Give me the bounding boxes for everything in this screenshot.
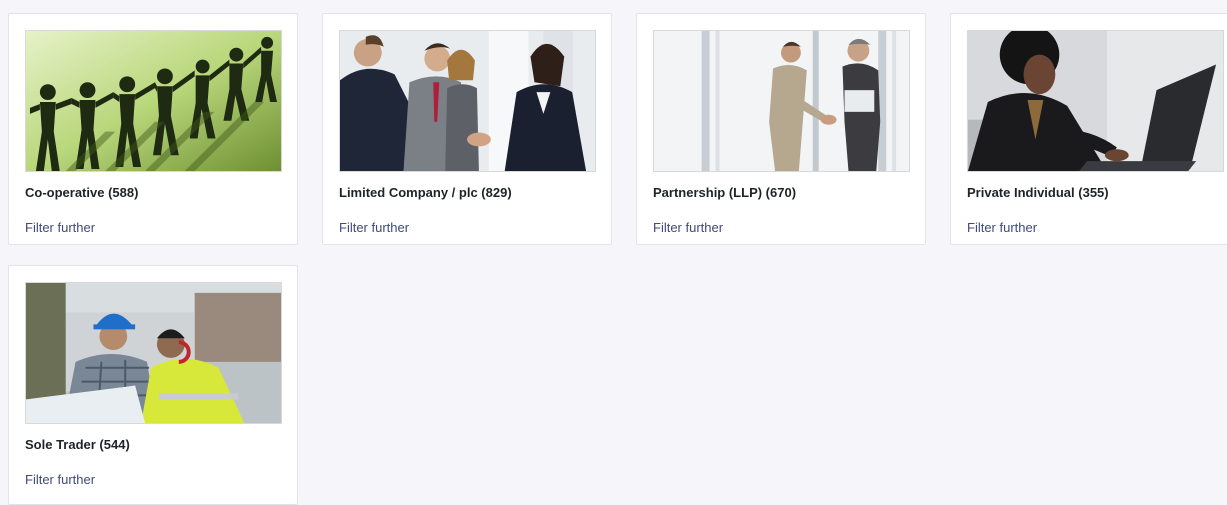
category-card-sole-trader[interactable]: Sole Trader (544) Filter further bbox=[8, 265, 298, 505]
filter-further-link[interactable]: Filter further bbox=[653, 220, 723, 235]
construction-workers-image bbox=[25, 282, 282, 424]
category-card-limited-company[interactable]: Limited Company / plc (829) Filter furth… bbox=[322, 13, 612, 245]
card-title: Private Individual (355) bbox=[967, 185, 1109, 200]
filter-further-link[interactable]: Filter further bbox=[967, 220, 1037, 235]
filter-further-link[interactable]: Filter further bbox=[339, 220, 409, 235]
card-title: Co-operative (588) bbox=[25, 185, 139, 200]
category-card-co-operative[interactable]: Co-operative (588) Filter further bbox=[8, 13, 298, 245]
card-title: Limited Company / plc (829) bbox=[339, 185, 512, 200]
filter-further-link[interactable]: Filter further bbox=[25, 220, 95, 235]
woman-at-laptop-image bbox=[967, 30, 1224, 172]
card-title: Sole Trader (544) bbox=[25, 437, 130, 452]
paper-chain-people-image bbox=[25, 30, 282, 172]
two-men-handshake-image bbox=[653, 30, 910, 172]
category-card-private-individual[interactable]: Private Individual (355) Filter further bbox=[950, 13, 1227, 245]
filter-further-link[interactable]: Filter further bbox=[25, 472, 95, 487]
business-group-handshake-image bbox=[339, 30, 596, 172]
card-title: Partnership (LLP) (670) bbox=[653, 185, 797, 200]
category-card-partnership[interactable]: Partnership (LLP) (670) Filter further bbox=[636, 13, 926, 245]
